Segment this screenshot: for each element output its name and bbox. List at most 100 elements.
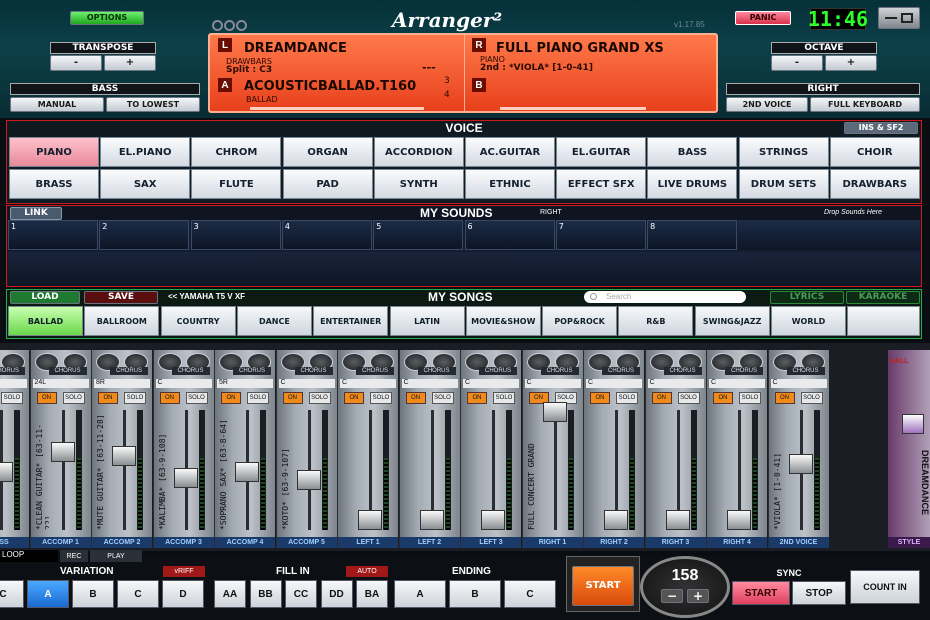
channel-solo-button[interactable]: SOLO: [616, 392, 638, 404]
volume-fader-handle[interactable]: [50, 442, 75, 462]
voice-button-accordion[interactable]: ACCORDION: [373, 137, 464, 167]
sound-slot[interactable]: 2: [99, 220, 190, 250]
channel-on-button[interactable]: ON: [159, 392, 180, 404]
channel-solo-button[interactable]: SOLO: [185, 392, 208, 404]
volume-fader-handle[interactable]: [665, 510, 690, 530]
pan-bar[interactable]: C: [463, 379, 519, 388]
style-fader-handle[interactable]: [902, 414, 924, 434]
panic-button[interactable]: PANIC: [735, 11, 791, 25]
sound-drop-area[interactable]: [8, 252, 920, 286]
sound-slot[interactable]: 3: [190, 220, 281, 250]
channel-solo-button[interactable]: SOLO: [493, 392, 515, 404]
pan-bar[interactable]: 24L: [32, 379, 89, 388]
channel-on-button[interactable]: ON: [590, 392, 610, 404]
options-button[interactable]: OPTIONS: [70, 11, 144, 25]
second-voice-button[interactable]: 2ND VOICE: [726, 97, 808, 112]
channel-on-button[interactable]: ON: [282, 392, 303, 404]
pan-bar[interactable]: C: [0, 379, 27, 388]
ending-b-button[interactable]: B: [449, 580, 501, 608]
style-category-entertainer[interactable]: ENTERTAINER: [313, 306, 389, 336]
voice-button-acguitar[interactable]: AC.GUITAR: [465, 137, 555, 167]
pan-bar[interactable]: C: [709, 379, 765, 388]
channel-solo-button[interactable]: SOLO: [1, 392, 23, 404]
voice-button-strings[interactable]: STRINGS: [738, 137, 829, 167]
bass-to-lowest-button[interactable]: TO LOWEST: [106, 97, 200, 112]
style-category-dance[interactable]: DANCE: [236, 306, 312, 336]
style-category-swingjazz[interactable]: SWING&JAZZ: [694, 306, 770, 336]
voice-button-drumsets[interactable]: DRUM SETS: [738, 169, 829, 199]
style-category-latin[interactable]: LATIN: [389, 306, 465, 336]
volume-fader-handle[interactable]: [358, 510, 382, 530]
voice-button-sax[interactable]: SAX: [100, 169, 191, 199]
tempo-minus-button[interactable]: −: [661, 589, 683, 603]
pan-bar[interactable]: C: [340, 379, 396, 388]
variation-c-button[interactable]: C: [0, 580, 24, 608]
style-category-world[interactable]: WORLD: [771, 306, 846, 336]
channel-on-button[interactable]: ON: [405, 392, 426, 404]
voice-button-organ[interactable]: ORGAN: [282, 137, 373, 167]
volume-fader-handle[interactable]: [235, 462, 259, 482]
sound-slot[interactable]: 4: [281, 220, 372, 250]
volume-fader-handle[interactable]: [296, 470, 321, 490]
channel-on-button[interactable]: ON: [467, 392, 487, 404]
window-controls[interactable]: [878, 7, 920, 29]
start-button[interactable]: START: [572, 566, 634, 606]
voice-button-effectsfx[interactable]: EFFECT SFX: [556, 169, 647, 199]
channel-solo-button[interactable]: SOLO: [370, 392, 392, 404]
channel-solo-button[interactable]: SOLO: [308, 392, 331, 404]
fill-dd-button[interactable]: DD: [320, 580, 353, 608]
channel-solo-button[interactable]: SOLO: [247, 392, 269, 404]
style-category-ballroom[interactable]: BALLROOM: [84, 306, 160, 336]
auto-fill-button[interactable]: AUTO: [346, 566, 388, 577]
transpose-minus-button[interactable]: -: [50, 55, 102, 71]
variation-d-button[interactable]: D: [162, 580, 204, 608]
count-in-button[interactable]: COUNT IN: [850, 570, 920, 604]
channel-on-button[interactable]: ON: [98, 392, 118, 404]
style-category-poprock[interactable]: POP&ROCK: [542, 306, 618, 336]
voice-button-drawbars[interactable]: DRAWBARS: [829, 169, 920, 199]
channel-solo-button[interactable]: SOLO: [800, 392, 823, 404]
voice-button-pad[interactable]: PAD: [282, 169, 373, 199]
variation-a-button[interactable]: A: [27, 580, 69, 608]
maximize-icon[interactable]: [901, 13, 913, 23]
voice-button-piano[interactable]: PIANO: [9, 137, 99, 167]
channel-on-button[interactable]: ON: [221, 392, 241, 404]
voice-button-elguitar[interactable]: EL.GUITAR: [556, 137, 647, 167]
volume-fader-handle[interactable]: [419, 510, 444, 530]
loop-label[interactable]: LOOP: [0, 550, 58, 562]
sound-slot[interactable]: 7: [555, 220, 646, 250]
vriff-button[interactable]: vRIFF: [163, 566, 205, 577]
voice-button-bass[interactable]: BASS: [647, 137, 738, 167]
volume-fader-handle[interactable]: [788, 454, 813, 474]
play-button[interactable]: PLAY: [90, 550, 142, 562]
link-button[interactable]: LINK: [10, 207, 62, 220]
channel-on-button[interactable]: ON: [774, 392, 795, 404]
channel-solo-button[interactable]: SOLO: [431, 392, 454, 404]
variation-c-button[interactable]: C: [117, 580, 159, 608]
karaoke-button[interactable]: KARAOKE: [846, 291, 920, 304]
volume-fader-handle[interactable]: [0, 462, 13, 482]
fill-ba-button[interactable]: BA: [356, 580, 388, 608]
pan-bar[interactable]: C: [524, 379, 581, 388]
sound-drop-zone[interactable]: [738, 220, 920, 250]
ins-sf2-button[interactable]: INS & SF2: [844, 122, 918, 134]
lcd-style-name[interactable]: ACOUSTICBALLAD.T160: [244, 79, 416, 94]
fill-bb-button[interactable]: BB: [249, 580, 282, 608]
voice-button-choir[interactable]: CHOIR: [829, 137, 920, 167]
octave-plus-button[interactable]: +: [825, 55, 877, 71]
voice-button-livedrums[interactable]: LIVE DRUMS: [647, 169, 738, 199]
lcd-left-voice[interactable]: DREAMDANCE: [244, 41, 347, 56]
voice-button-brass[interactable]: BRASS: [9, 169, 99, 199]
full-keyboard-button[interactable]: FULL KEYBOARD: [810, 97, 920, 112]
volume-fader-handle[interactable]: [727, 510, 751, 530]
transpose-plus-button[interactable]: +: [104, 55, 156, 71]
channel-solo-button[interactable]: SOLO: [677, 392, 700, 404]
channel-solo-button[interactable]: SOLO: [124, 392, 146, 404]
ending-a-button[interactable]: A: [394, 580, 446, 608]
rec-button[interactable]: REC: [60, 550, 88, 562]
sound-slot[interactable]: 8: [647, 220, 738, 250]
bass-manual-button[interactable]: MANUAL: [10, 97, 104, 112]
pan-bar[interactable]: C: [770, 379, 827, 388]
lyrics-button[interactable]: LYRICS: [770, 291, 844, 304]
style-category-ballad[interactable]: BALLAD: [8, 306, 83, 336]
